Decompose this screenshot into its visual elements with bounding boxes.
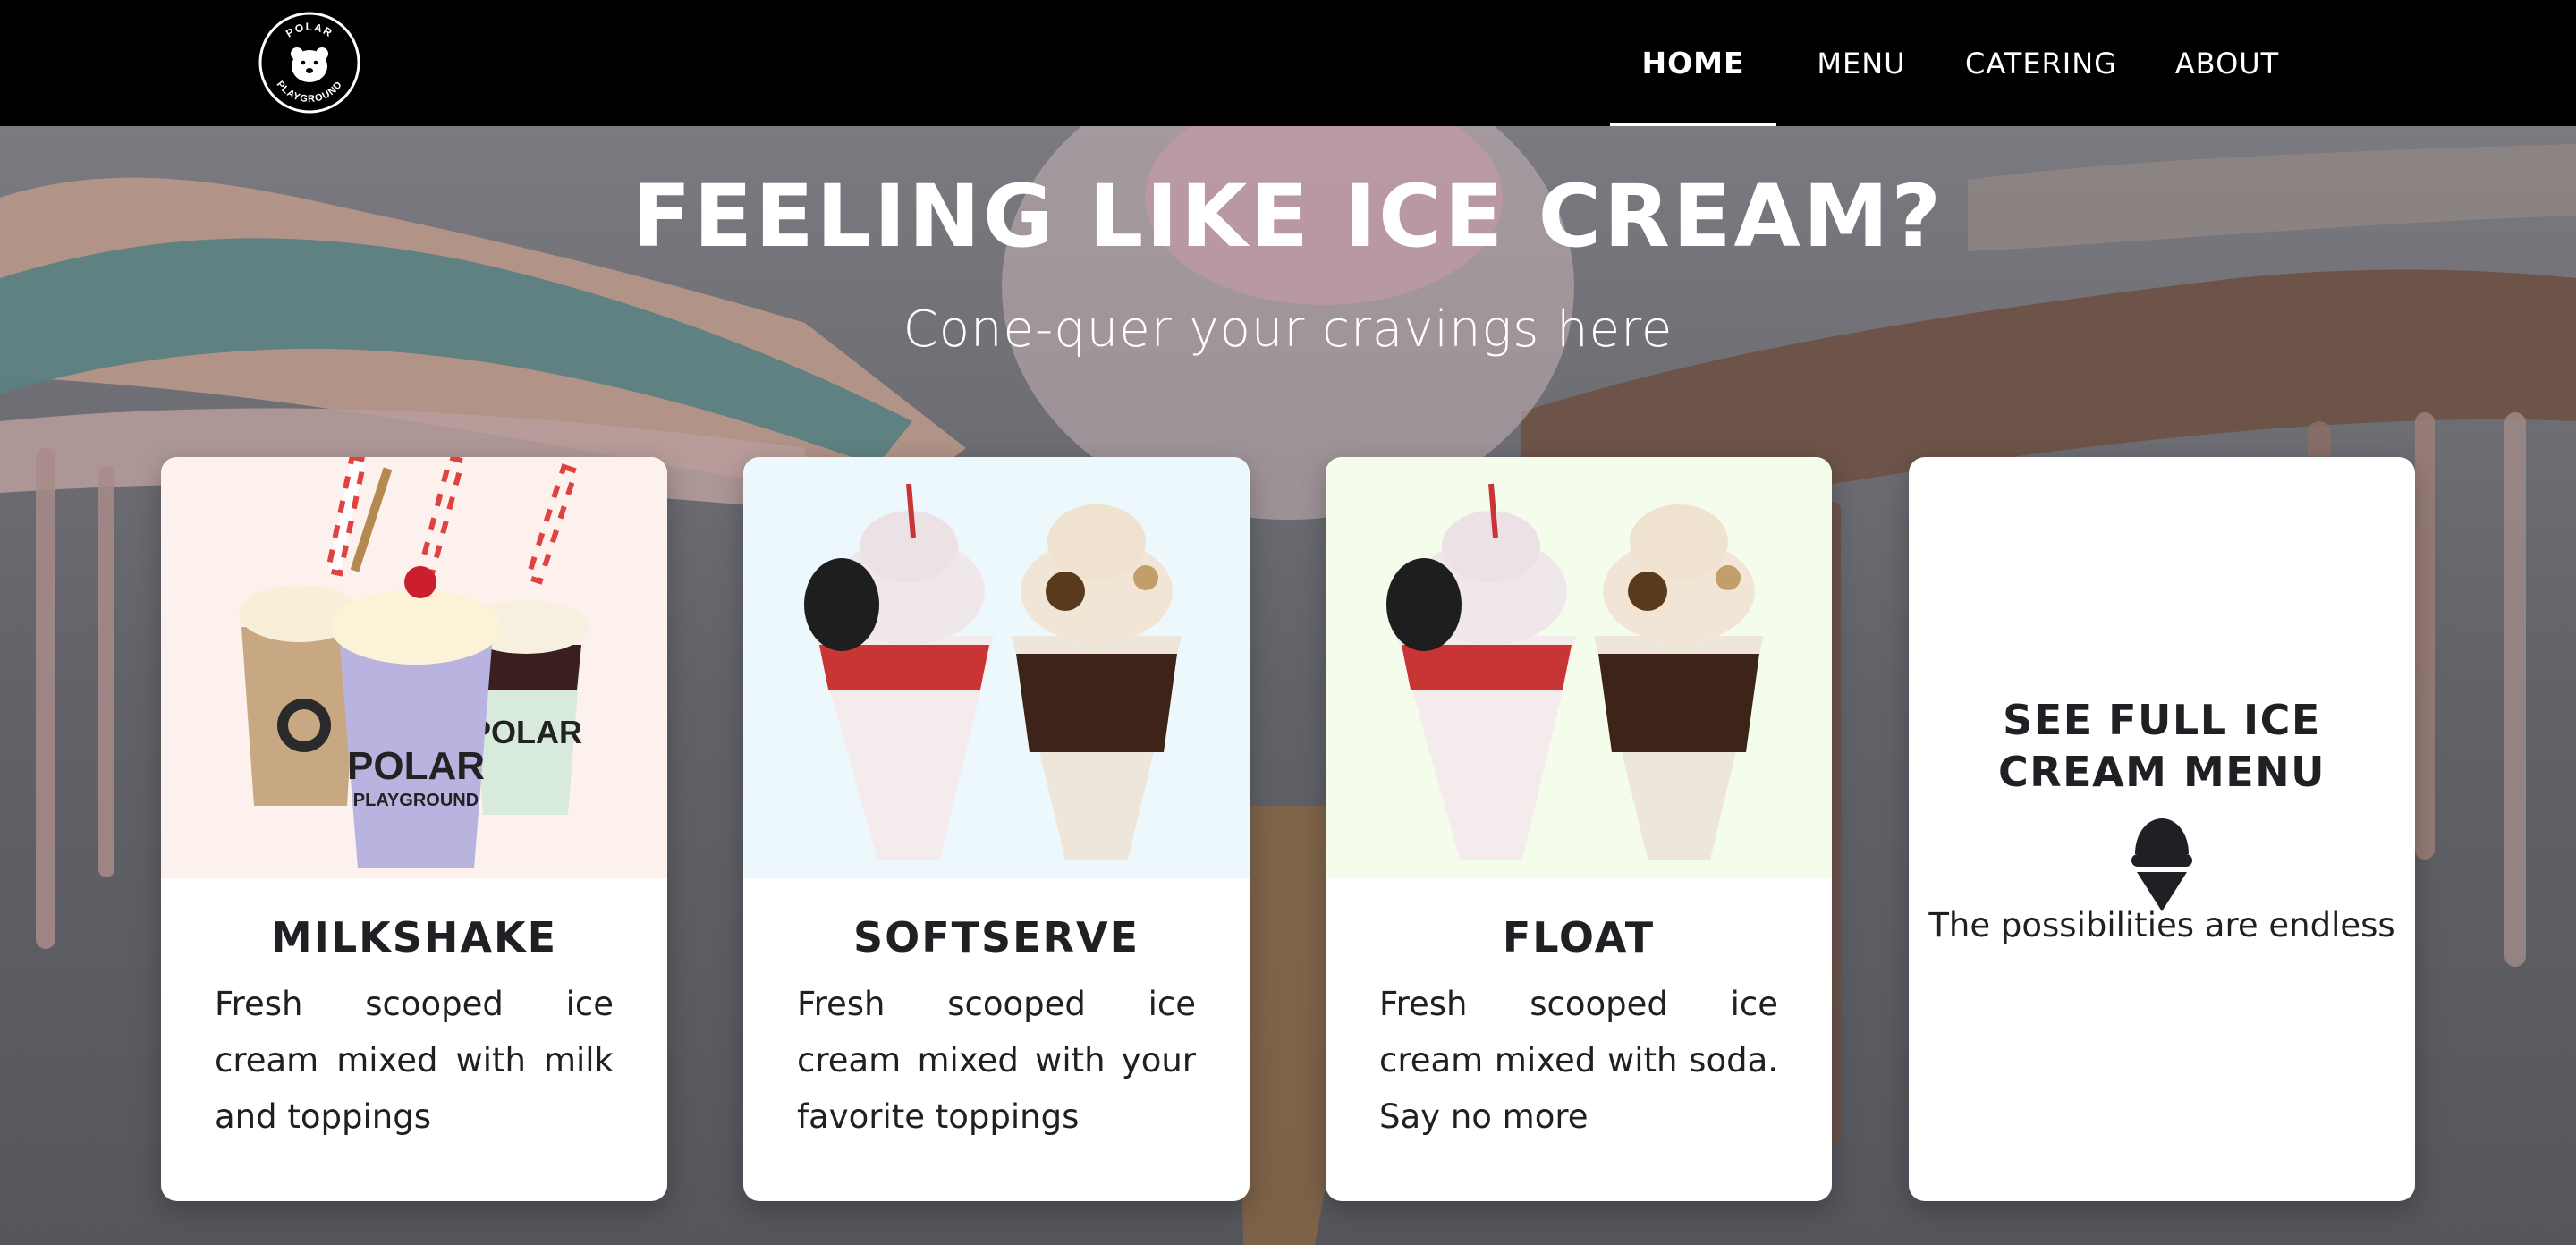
top-navbar: POLAR PLAYGROUND HOME MENU CATERING ABOU… xyxy=(0,0,2576,126)
full-menu-card[interactable]: SEE FULL ICE CREAM MENU The possibilitie… xyxy=(1909,457,2415,1201)
nav-catering[interactable]: CATERING xyxy=(1959,0,2123,126)
milkshake-card[interactable]: POLAR POLAR PLAYGROUND MILKSHAKE Fresh s… xyxy=(161,457,667,1201)
nav-menu[interactable]: MENU xyxy=(1803,0,1919,126)
svg-text:PLAYGROUND: PLAYGROUND xyxy=(353,791,479,810)
nav-about[interactable]: ABOUT xyxy=(2165,0,2290,126)
hero-title: FEELING LIKE ICE CREAM? xyxy=(631,166,1945,267)
full-menu-tagline: The possibilities are endless xyxy=(1928,906,2395,944)
main-nav: HOME MENU CATERING ABOUT xyxy=(1503,0,2576,126)
card-description: Fresh scooped ice cream mixed with milk … xyxy=(215,985,614,1136)
ice-cream-cone-icon xyxy=(2131,818,2192,911)
full-menu-title-line1: SEE FULL ICE xyxy=(2003,696,2321,744)
svg-text:POLAR: POLAR xyxy=(470,714,582,750)
card-description: Fresh scooped ice cream mixed with your … xyxy=(797,985,1196,1136)
float-card[interactable]: FLOAT Fresh scooped ice cream mixed with… xyxy=(1326,457,1832,1201)
float-sundaes-image xyxy=(1326,457,1832,878)
card-title: SOFTSERVE xyxy=(852,913,1140,961)
svg-text:POLAR: POLAR xyxy=(347,744,485,788)
card-title: MILKSHAKE xyxy=(270,913,558,961)
card-description: Fresh scooped ice cream mixed with soda.… xyxy=(1379,985,1778,1136)
softserve-card[interactable]: SOFTSERVE Fresh scooped ice cream mixed … xyxy=(743,457,1250,1201)
milkshakes-image: POLAR POLAR PLAYGROUND xyxy=(161,457,667,878)
nav-home[interactable]: HOME xyxy=(1610,0,1776,126)
polar-playground-logo[interactable]: POLAR PLAYGROUND xyxy=(258,11,361,114)
softserve-sundaes-image xyxy=(743,457,1250,878)
polar-bear-icon: POLAR PLAYGROUND xyxy=(258,12,360,114)
hero-subtitle: Cone-quer your cravings here xyxy=(902,301,1674,359)
card-title: FLOAT xyxy=(1502,913,1656,961)
full-menu-title: SEE FULL ICE CREAM MENU xyxy=(1909,694,2415,798)
full-menu-title-line2: CREAM MENU xyxy=(1997,748,2326,796)
